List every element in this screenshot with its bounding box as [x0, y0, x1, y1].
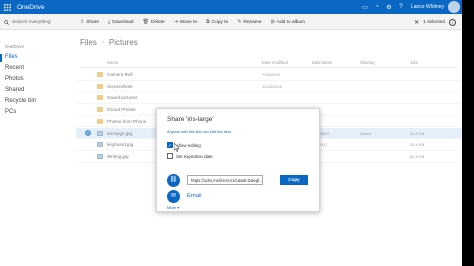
share-link-field[interactable]: https://1drv.ms/i/s!Am1Gaa8t-Zalegf…: [187, 175, 263, 185]
sidebar-item-pcs[interactable]: PCs: [5, 109, 16, 115]
expiration-label: Set expiration date: [176, 153, 213, 159]
trash-icon: 🗑: [142, 19, 149, 25]
mouse-pointer-icon: [174, 143, 180, 152]
sidebar-item-recycle-bin[interactable]: Recycle bin: [5, 98, 36, 104]
sidebar-item-shared[interactable]: Shared: [5, 87, 24, 93]
selection-area: ✕ 1 selected i: [414, 14, 456, 30]
delete-label: Delete: [150, 19, 165, 25]
email-link[interactable]: Email: [187, 193, 202, 199]
search-input[interactable]: Search everything: [12, 20, 51, 25]
command-list: ⇪ Share ⤓ Download 🗑 Delete ⇥ Move to ⧉ Copy …: [80, 14, 305, 30]
avatar[interactable]: [448, 1, 460, 13]
allow-editing-checkbox[interactable]: ✓: [167, 142, 173, 148]
rename-label: Rename: [243, 19, 262, 25]
clear-selection-icon[interactable]: ✕: [414, 19, 419, 26]
chat-icon[interactable]: ▭: [359, 0, 371, 14]
add-to-album-label: Add to album: [276, 19, 306, 25]
sidebar-item-files[interactable]: Files: [5, 54, 18, 60]
top-bar-actions: ▭ ◔ ⚙ ? Lance Whitney: [359, 0, 462, 14]
sidebar-item-recent[interactable]: Recent: [5, 65, 24, 71]
onedrive-window: OneDrive ▭ ◔ ⚙ ? Lance Whitney Search ev…: [0, 0, 462, 266]
app-title[interactable]: OneDrive: [17, 4, 44, 11]
share-dialog-title: Share 'iris-large': [167, 116, 214, 123]
copy-icon: ⧉: [206, 19, 210, 25]
search-box[interactable]: Search everything: [0, 14, 76, 30]
download-button[interactable]: ⤓ Download: [108, 19, 134, 25]
screen: OneDrive ▭ ◔ ⚙ ? Lance Whitney Search ev…: [0, 0, 474, 266]
copy-to-label: Copy to: [211, 19, 229, 25]
rename-button[interactable]: ✎ Rename: [237, 19, 261, 25]
info-icon[interactable]: i: [449, 18, 456, 26]
help-icon[interactable]: ?: [395, 0, 407, 14]
copy-button[interactable]: Copy: [280, 175, 308, 185]
search-icon: [4, 19, 9, 25]
copy-to-button[interactable]: ⧉ Copy to: [206, 19, 228, 25]
app-launcher-icon[interactable]: [0, 0, 14, 14]
move-icon: ⇥: [173, 19, 179, 25]
top-bar: OneDrive ▭ ◔ ⚙ ? Lance Whitney: [0, 0, 462, 14]
expiration-option[interactable]: Set expiration date: [167, 153, 213, 159]
rename-icon: ✎: [237, 19, 242, 25]
allow-editing-option[interactable]: ✓ Allow editing: [167, 142, 201, 148]
sidebar-active-indicator: [0, 54, 2, 62]
link-permission-link[interactable]: Anyone with this link can edit this item…: [167, 130, 232, 134]
sidebar-title: OneDrive: [5, 44, 25, 49]
gear-icon[interactable]: ⚙: [383, 0, 395, 14]
share-button[interactable]: ⇪ Share: [80, 19, 99, 25]
download-icon: ⤓: [108, 19, 111, 25]
share-label: Share: [86, 19, 100, 25]
email-icon[interactable]: ✉: [167, 190, 180, 203]
bell-icon[interactable]: ◔: [371, 0, 383, 14]
move-to-label: Move to: [180, 19, 198, 25]
more-label: More: [167, 205, 177, 210]
share-icon: ⇪: [80, 19, 85, 25]
sidebar-item-photos[interactable]: Photos: [5, 76, 24, 82]
expiration-checkbox[interactable]: [167, 153, 173, 159]
link-icon: ⛓: [167, 174, 180, 187]
download-label: Download: [112, 19, 134, 25]
more-options-link[interactable]: More ▾: [167, 205, 179, 210]
share-dialog: Share 'iris-large' Anyone with this link…: [156, 108, 320, 212]
album-icon: ⊞: [270, 19, 275, 25]
user-name[interactable]: Lance Whitney: [407, 0, 448, 14]
delete-button[interactable]: 🗑 Delete: [143, 19, 165, 25]
move-to-button[interactable]: ⇥ Move to: [174, 19, 197, 25]
sidebar: OneDrive Files Recent Photos Shared Recy…: [0, 30, 76, 266]
add-to-album-button[interactable]: ⊞ Add to album: [271, 19, 305, 25]
selected-count: 1 selected: [423, 19, 445, 25]
command-bar: Search everything ⇪ Share ⤓ Download 🗑 Dele…: [0, 14, 462, 30]
